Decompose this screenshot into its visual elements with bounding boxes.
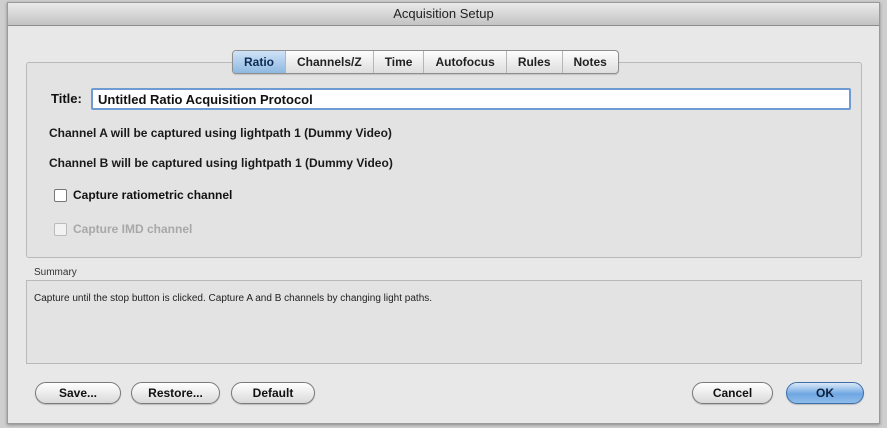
title-input[interactable] xyxy=(91,88,851,110)
capture-imd-label: Capture IMD channel xyxy=(73,222,193,236)
restore-button[interactable]: Restore... xyxy=(131,382,220,404)
save-button[interactable]: Save... xyxy=(35,382,121,404)
capture-imd-row: Capture IMD channel xyxy=(54,222,192,236)
summary-label: Summary xyxy=(34,267,77,278)
tab-bar: Ratio Channels/Z Time Autofocus Rules No… xyxy=(232,50,619,74)
capture-imd-checkbox xyxy=(54,222,67,236)
tab-autofocus[interactable]: Autofocus xyxy=(424,51,507,73)
tab-channels-z[interactable]: Channels/Z xyxy=(286,51,374,73)
capture-ratiometric-row[interactable]: Capture ratiometric channel xyxy=(54,188,232,202)
cancel-button[interactable]: Cancel xyxy=(692,382,773,404)
tab-rules[interactable]: Rules xyxy=(507,51,563,73)
channel-a-info: Channel A will be captured using lightpa… xyxy=(49,126,392,140)
tab-notes[interactable]: Notes xyxy=(563,51,618,73)
title-label: Title: xyxy=(51,91,82,106)
channel-b-info: Channel B will be captured using lightpa… xyxy=(49,156,393,170)
capture-ratiometric-label: Capture ratiometric channel xyxy=(73,188,233,202)
tab-time[interactable]: Time xyxy=(374,51,425,73)
default-button[interactable]: Default xyxy=(231,382,315,404)
ok-button[interactable]: OK xyxy=(786,382,864,404)
capture-ratiometric-checkbox[interactable] xyxy=(54,188,67,202)
window-title: Acquisition Setup xyxy=(8,3,879,26)
tab-ratio[interactable]: Ratio xyxy=(233,51,286,73)
summary-text: Capture until the stop button is clicked… xyxy=(34,293,433,304)
